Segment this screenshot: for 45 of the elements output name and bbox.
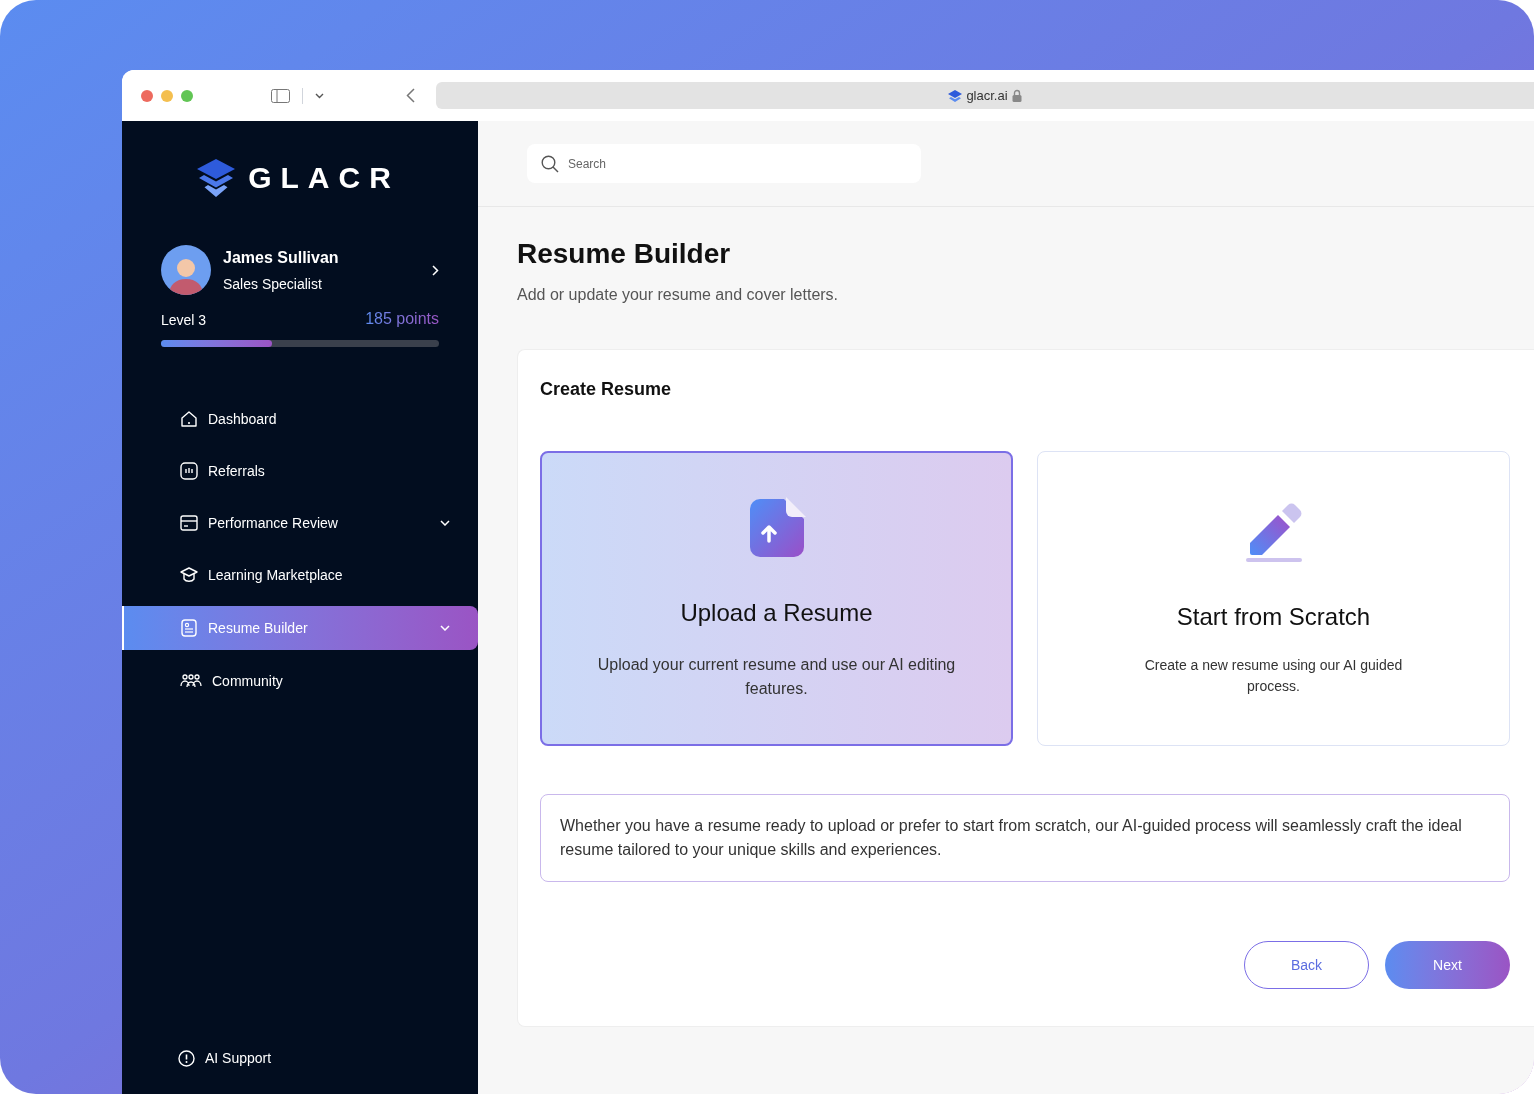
chevron-down-icon <box>440 520 450 526</box>
close-window-button[interactable] <box>141 89 153 102</box>
user-name: James Sullivan <box>223 247 340 268</box>
info-text: Whether you have a resume ready to upload or prefer to start from scratch, our AI-guided process will seamlessly craft the ideal resume tailored to your unique skills and experiences. <box>540 794 1510 882</box>
level-label: Level 3 <box>161 311 207 330</box>
option-title: Start from Scratch <box>1176 601 1371 632</box>
document-icon <box>180 619 198 637</box>
option-title: Upload a Resume <box>680 597 873 628</box>
home-icon <box>180 410 198 428</box>
logo-text: GLACR <box>248 160 400 196</box>
search-field[interactable]: Search <box>527 144 921 183</box>
sidebar-item[interactable]: AI Support <box>178 1048 478 1069</box>
sidebar-item[interactable]: Dashboard <box>122 397 478 441</box>
option-description: Create a new resume using our AI guided process. <box>1143 655 1404 696</box>
lock-icon <box>1011 89 1022 102</box>
sidebar-item[interactable]: Learning Marketplace <box>122 553 478 597</box>
sidebar-item[interactable]: Performance Review <box>122 501 478 545</box>
resume-option-card[interactable]: Start from Scratch Create a new resume using our AI guided process. <box>1037 451 1510 746</box>
back-button[interactable]: Back <box>1244 941 1369 989</box>
chevron-right-icon[interactable] <box>432 264 439 276</box>
upload-file-icon <box>747 496 806 559</box>
search-icon <box>541 155 559 173</box>
logo-icon <box>196 158 237 197</box>
address-bar[interactable]: glacr.ai <box>436 82 1534 109</box>
info-icon <box>178 1050 195 1067</box>
page-subtitle: Add or update your resume and cover letters. <box>517 285 840 305</box>
card-icon <box>180 514 198 532</box>
sidebar-toggle-icon[interactable] <box>271 88 290 103</box>
back-icon[interactable] <box>406 88 415 103</box>
chart-icon <box>180 462 198 480</box>
card-title: Create Resume <box>540 378 673 401</box>
chevron-down-icon[interactable] <box>315 92 324 99</box>
chevron-down-icon <box>440 625 450 631</box>
people-icon <box>180 672 202 690</box>
user-role: Sales Specialist <box>223 274 323 294</box>
resume-option-card[interactable]: Upload a Resume Upload your current resume and use our AI editing features. <box>540 451 1013 746</box>
page-title: Resume Builder <box>517 237 732 271</box>
sidebar-item[interactable]: Resume Builder <box>122 606 478 650</box>
site-logo-icon <box>948 89 963 102</box>
sidebar-item[interactable]: Community <box>122 659 478 703</box>
option-description: Upload your current resume and use our AI editing features. <box>596 654 957 699</box>
next-button[interactable]: Next <box>1385 941 1510 989</box>
graduation-cap-icon <box>180 566 198 584</box>
url-text: glacr.ai <box>966 86 1008 105</box>
sidebar-item[interactable]: Referrals <box>122 449 478 493</box>
